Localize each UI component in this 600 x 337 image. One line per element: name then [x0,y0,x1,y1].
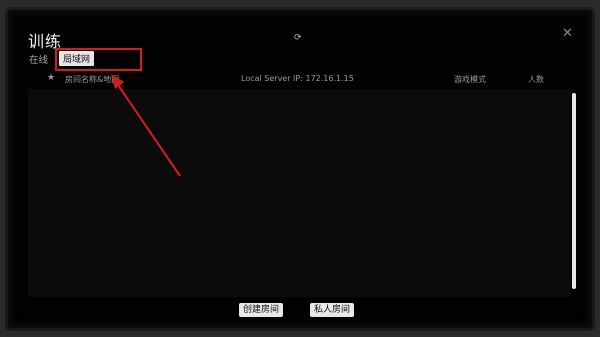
room-list-scrollbar[interactable] [572,93,576,289]
private-room-button[interactable]: 私人房间 [310,303,355,317]
column-header-mode[interactable]: 游戏模式 [454,74,486,85]
annotation-highlight-box [55,48,142,71]
refresh-icon[interactable]: ⟳ [294,33,302,43]
room-list[interactable] [28,89,571,297]
room-list-header: ★ 房间名称&地图 Local Server IP: 172.16.1.15 游… [28,72,574,88]
create-room-button[interactable]: 创建房间 [239,303,284,317]
favorite-star-icon[interactable]: ★ [47,73,55,83]
close-icon[interactable]: ✕ [562,26,573,41]
server-ip-label: Local Server IP: 172.16.1.15 [241,74,354,83]
column-header-players[interactable]: 人数 [528,74,544,85]
tab-online[interactable]: 在线 [29,52,48,66]
column-header-room[interactable]: 房间名称&地图 [65,74,119,85]
